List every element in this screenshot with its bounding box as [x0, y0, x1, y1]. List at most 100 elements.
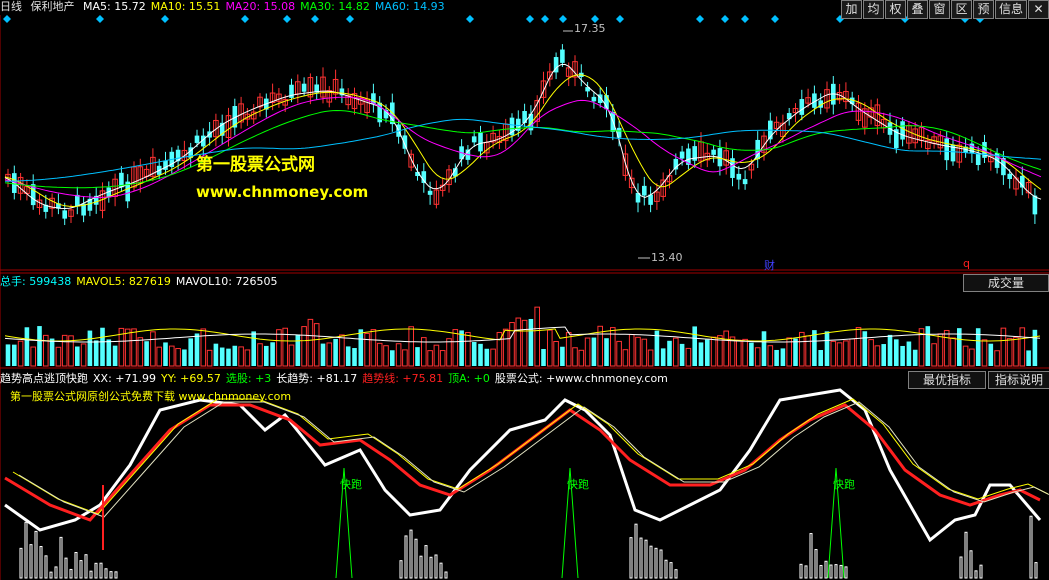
- volume-bar: [156, 346, 162, 367]
- indicator-value: 趋势高点逃顶快跑: [0, 372, 88, 385]
- candle-body: [62, 210, 67, 219]
- volume-bar: [61, 334, 68, 367]
- volume-bar: [824, 331, 830, 366]
- candle-body: [1032, 195, 1038, 215]
- volume-bar: [541, 348, 546, 366]
- signal-bar: [104, 568, 108, 579]
- volume-bar: [131, 328, 137, 367]
- volume-bar: [767, 345, 774, 367]
- indicator-help-button[interactable]: 指标说明: [988, 371, 1049, 389]
- volume-bar: [226, 348, 231, 366]
- toolbar-button[interactable]: 均: [862, 0, 884, 19]
- chart-canvas[interactable]: [0, 0, 1049, 580]
- toolbar-button[interactable]: 区: [950, 0, 972, 19]
- event-diamond: [721, 15, 729, 23]
- indicator-value: 趋势线: +75.81: [362, 372, 444, 385]
- volume-bar: [830, 340, 837, 367]
- candle-body: [900, 121, 905, 140]
- volume-bar: [326, 342, 333, 367]
- toolbar-button[interactable]: 权: [884, 0, 906, 19]
- event-diamond: [696, 15, 704, 23]
- volume-bar: [981, 339, 988, 367]
- signal-bar: [829, 564, 833, 579]
- signal-bar: [429, 556, 433, 579]
- volume-bar: [270, 342, 275, 366]
- signal-bar: [1029, 515, 1033, 579]
- volume-bar: [754, 347, 761, 367]
- run-signal-label: 快跑: [833, 478, 855, 491]
- signal-bar: [409, 529, 413, 579]
- volume-bar: [534, 306, 541, 367]
- volume-bar: [339, 334, 345, 367]
- trend-line: [4, 403, 1041, 522]
- q-mark[interactable]: q: [963, 257, 970, 270]
- finance-mark[interactable]: 财: [764, 257, 775, 273]
- signal-bar: [959, 556, 963, 579]
- volume-bar: [560, 346, 565, 366]
- close-icon[interactable]: ✕: [1028, 0, 1049, 19]
- toolbar-button[interactable]: 预: [972, 0, 994, 19]
- volume-bar: [591, 337, 597, 366]
- signal-bar: [404, 535, 408, 579]
- volume-bar: [547, 329, 553, 367]
- volume-bar: [251, 331, 256, 366]
- volume-bar: [213, 343, 219, 366]
- volume-bar: [1013, 336, 1019, 367]
- ma-value: MA5: 15.72: [83, 0, 146, 13]
- signal-bar: [54, 566, 58, 579]
- signal-bar: [969, 550, 973, 579]
- volume-bar: [628, 334, 635, 367]
- volume-bar: [710, 336, 717, 367]
- volume-bar: [459, 330, 464, 366]
- volume-bar: [994, 350, 1000, 367]
- toolbar-button[interactable]: 信息: [994, 0, 1027, 19]
- volume-bar: [257, 343, 263, 367]
- volume-bar: [5, 344, 11, 366]
- signal-bar: [1034, 562, 1038, 579]
- signal-bar: [444, 571, 448, 579]
- volume-bar: [364, 332, 370, 367]
- volume-header: 总手: 599438 MAVOL5: 827619 MAVOL10: 726505: [0, 275, 282, 289]
- volume-bar: [925, 326, 931, 366]
- indicator-value: YY: +69.57: [160, 372, 221, 385]
- volume-bar: [502, 328, 509, 367]
- volume-bar: [478, 343, 483, 366]
- signal-bar: [974, 570, 978, 579]
- volume-bar: [206, 349, 213, 367]
- signal-bar: [49, 571, 53, 579]
- volume-bar: [182, 349, 187, 366]
- toolbar-button[interactable]: 窗: [928, 0, 950, 19]
- volume-bar: [402, 349, 408, 367]
- ma-value: MA60: 14.93: [374, 0, 445, 13]
- volume-bar: [333, 338, 338, 366]
- candle-body: [478, 132, 483, 152]
- signal-bar: [109, 571, 113, 579]
- volume-bar: [93, 340, 99, 366]
- volume-bar: [124, 328, 131, 367]
- event-diamond: [311, 15, 319, 23]
- signal-bar: [89, 570, 93, 579]
- volume-bar: [490, 348, 496, 367]
- signal-bar: [434, 554, 438, 579]
- candle-body: [1007, 173, 1012, 179]
- volume-bar: [320, 343, 326, 366]
- signal-bar: [844, 566, 848, 579]
- signal-bar: [79, 560, 83, 579]
- best-indicator-button[interactable]: 最优指标: [908, 371, 986, 389]
- signal-bar: [964, 531, 968, 579]
- toolbar-button[interactable]: 叠: [906, 0, 928, 19]
- signal-bar: [99, 562, 103, 579]
- formula-note: 第一股票公式网原创公式免费下载 www.chnmoney.com: [10, 390, 292, 403]
- indicator-value: 顶A: +0: [448, 372, 490, 385]
- volume-bar: [855, 327, 862, 367]
- volume-bar: [793, 338, 798, 366]
- volume-bar: [194, 333, 200, 366]
- volume-bar: [698, 342, 704, 366]
- volume-bar: [150, 331, 156, 367]
- toolbar-button[interactable]: 加: [840, 0, 862, 19]
- volume-indicator-button[interactable]: 成交量: [963, 274, 1049, 292]
- watermark-url: www.chnmoney.com: [196, 183, 369, 201]
- volume-bar: [943, 329, 950, 367]
- volume-bar: [415, 347, 420, 366]
- volume-bar: [742, 338, 748, 367]
